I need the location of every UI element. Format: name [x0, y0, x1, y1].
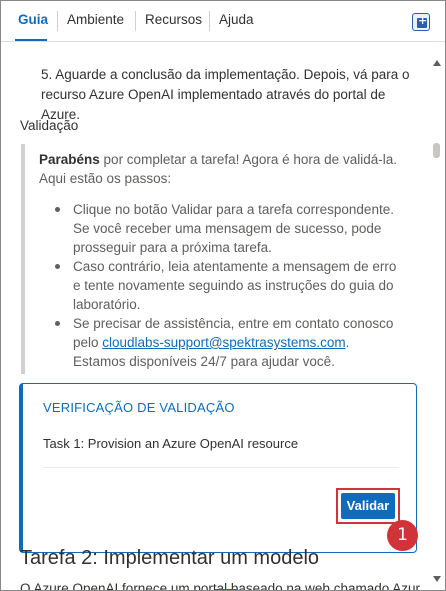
scroll-down-arrow-icon[interactable]	[433, 576, 441, 582]
tab-divider	[135, 11, 136, 31]
step-5-text: 5. Aguarde a conclusão da implementação.…	[41, 67, 410, 122]
list-item: Clique no botão Validar para a tarefa co…	[55, 200, 405, 257]
list-item: Caso contrário, leia atentamente a mensa…	[55, 257, 405, 314]
scrollbar[interactable]	[431, 57, 443, 590]
guide-content: 5. Aguarde a conclusão da implementação.…	[1, 43, 431, 590]
task-2-heading: Tarefa 2: Implementar um modelo	[20, 547, 320, 569]
tab-bar: Guia Ambiente Recursos Ajuda	[1, 1, 445, 42]
tab-guia[interactable]: Guia	[18, 12, 48, 28]
card-divider	[43, 467, 399, 468]
scrollbar-thumb[interactable]	[433, 143, 440, 158]
validation-steps-list: Clique no botão Validar para a tarefa co…	[55, 200, 405, 371]
validate-button-highlight: Validar	[336, 488, 400, 524]
validation-heading: Validação	[20, 118, 79, 133]
tab-ambiente[interactable]: Ambiente	[67, 12, 124, 28]
congrats-bold: Parabéns	[39, 152, 100, 167]
add-square-icon[interactable]	[412, 13, 430, 31]
active-tab-indicator	[15, 39, 47, 41]
list-item: Se precisar de assistência, entre em con…	[55, 314, 405, 371]
validate-button[interactable]: Validar	[341, 493, 395, 519]
step-callout-badge: 1	[387, 520, 418, 551]
tab-divider	[57, 11, 58, 31]
support-email-link[interactable]: cloudlabs-support@spektrasystems.com	[102, 335, 345, 350]
scroll-up-arrow-icon[interactable]	[433, 60, 441, 66]
tab-recursos[interactable]: Recursos	[145, 12, 202, 28]
congrats-paragraph: Parabéns por completar a tarefa! Agora é…	[39, 150, 409, 188]
validation-task-label: Task 1: Provision an Azure OpenAI resour…	[43, 436, 299, 451]
tab-divider	[209, 11, 210, 31]
tab-ajuda[interactable]: Ajuda	[219, 12, 254, 28]
lab-guide-panel: Guia Ambiente Recursos Ajuda 5. Aguarde …	[0, 0, 446, 591]
validation-card-title: VERIFICAÇÃO DE VALIDAÇÃO	[43, 400, 235, 415]
validation-card: VERIFICAÇÃO DE VALIDAÇÃO Task 1: Provisi…	[19, 383, 417, 553]
validation-blockquote: Parabéns por completar a tarefa! Agora é…	[21, 144, 421, 374]
